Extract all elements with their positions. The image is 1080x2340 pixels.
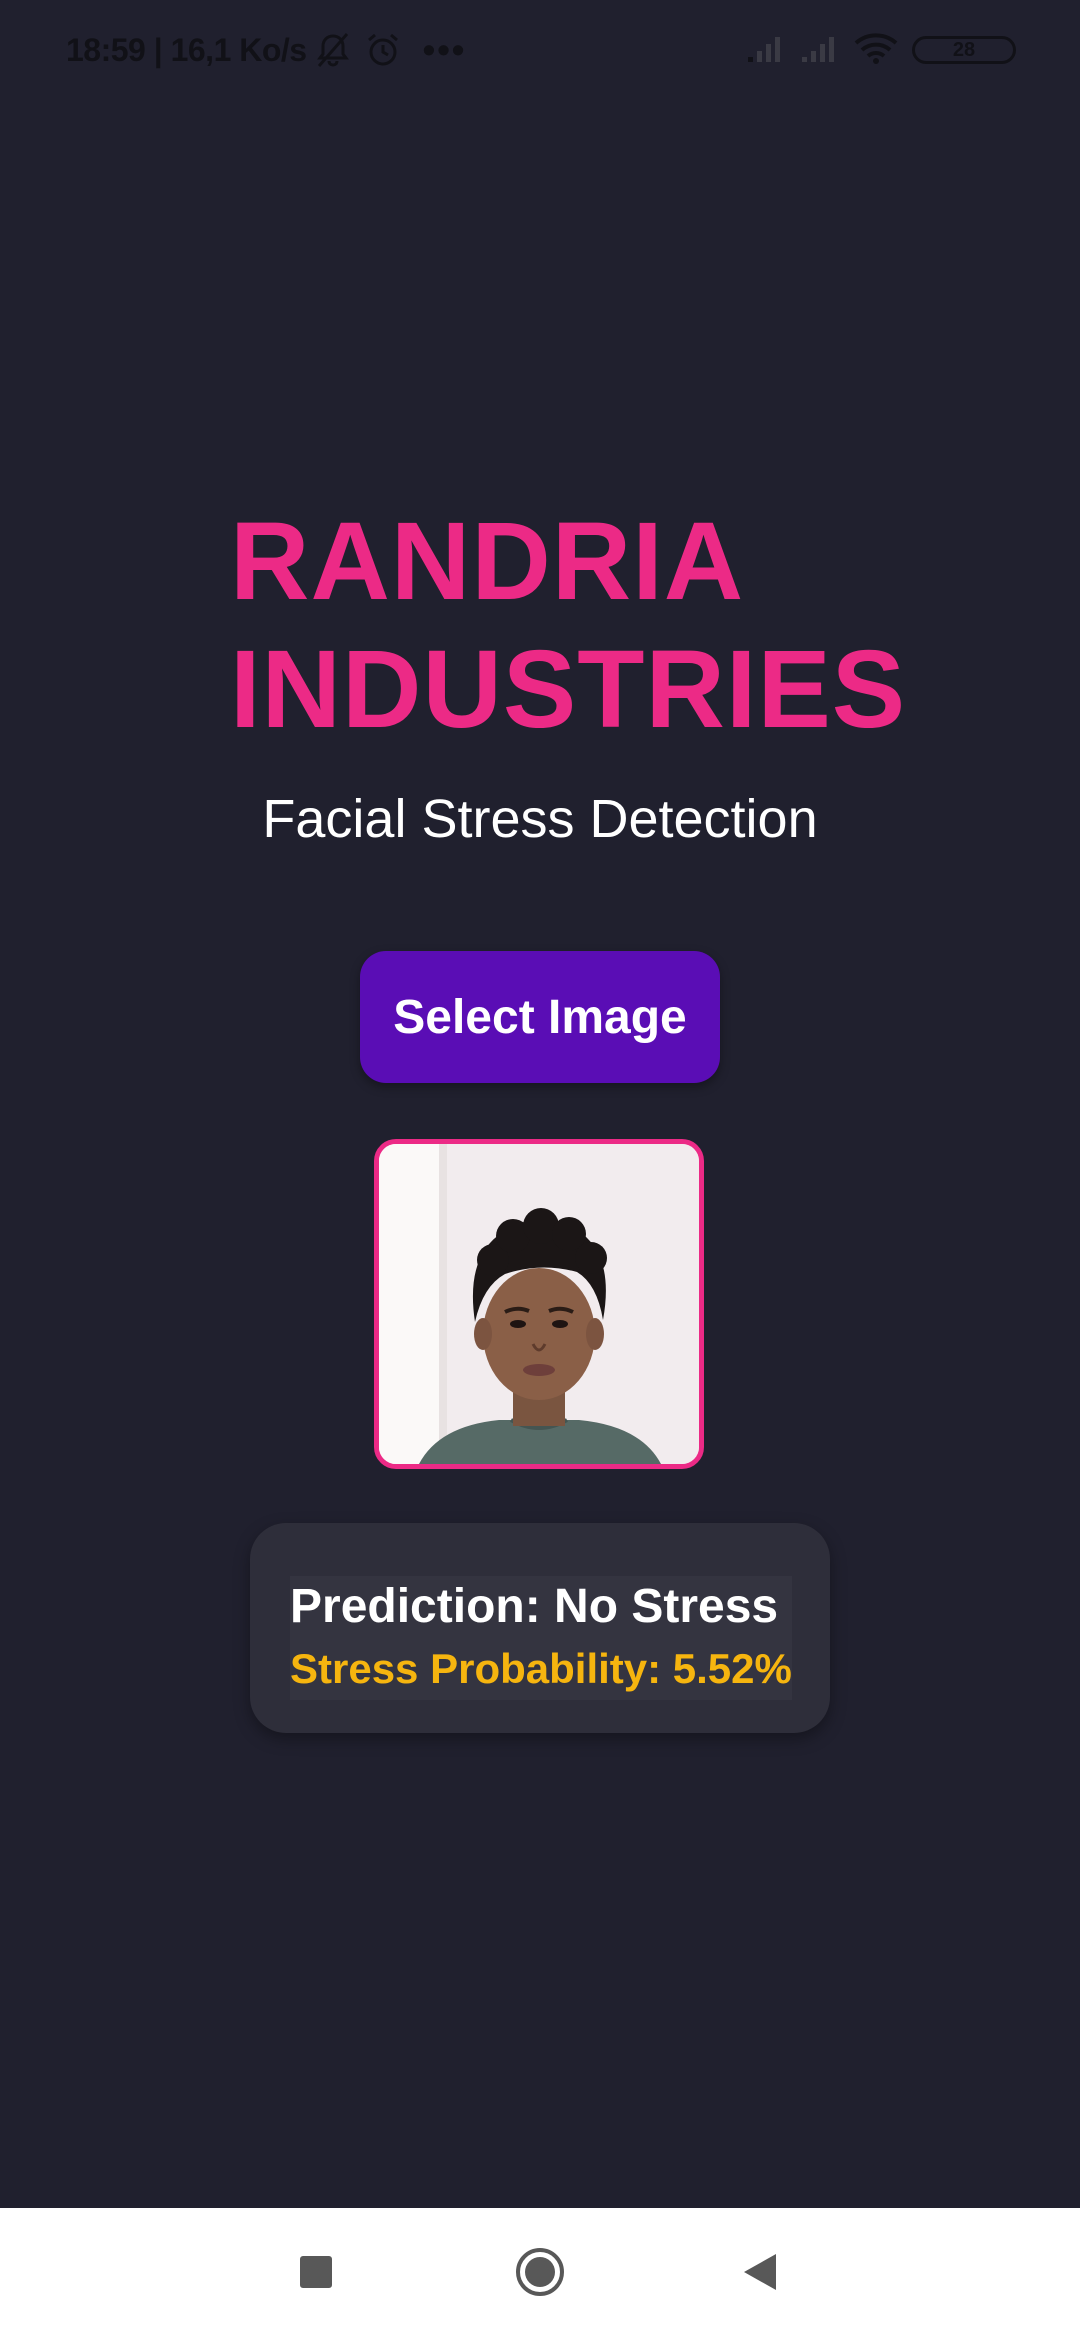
more-dots-icon: ••• — [422, 29, 467, 70]
recent-apps-icon — [299, 2255, 333, 2294]
back-icon — [742, 2252, 778, 2297]
status-time-speed: 18:59 | 16,1 Ko/s — [66, 31, 307, 68]
app-screen: 18:59 | 16,1 Ko/s ••• 28 RANDRIA INDUSTR… — [0, 0, 1080, 2340]
home-button[interactable] — [504, 2238, 576, 2310]
alarm-icon — [363, 30, 403, 70]
selected-image-preview — [374, 1139, 704, 1469]
system-navigation-bar — [0, 2208, 1080, 2340]
battery-level: 28 — [952, 38, 976, 61]
bell-off-icon — [313, 30, 353, 70]
brand-title-line1: RANDRIA — [230, 500, 745, 623]
home-icon — [514, 2246, 566, 2303]
recent-apps-button[interactable] — [280, 2238, 352, 2310]
face-photo — [379, 1144, 699, 1464]
back-button[interactable] — [724, 2238, 796, 2310]
select-image-button[interactable]: Select Image — [360, 951, 720, 1083]
status-left: 18:59 | 16,1 Ko/s ••• — [66, 28, 466, 72]
status-bar: 18:59 | 16,1 Ko/s ••• 28 — [0, 0, 1080, 100]
wifi-icon — [854, 31, 898, 70]
brand-title: RANDRIA INDUSTRIES — [230, 498, 906, 754]
prediction-result-text: Prediction: No Stress Stress Probability… — [290, 1576, 792, 1700]
signal-icon — [800, 33, 840, 68]
brand-title-line2: INDUSTRIES — [230, 628, 907, 751]
app-subtitle: Facial Stress Detection — [262, 789, 818, 849]
battery-icon: 28 — [912, 36, 1016, 64]
prediction-label: Prediction: No Stress — [290, 1580, 779, 1633]
prediction-result-card: Prediction: No Stress Stress Probability… — [250, 1523, 830, 1733]
signal-icon — [746, 33, 786, 68]
stress-probability-label: Stress Probability: 5.52% — [290, 1645, 792, 1692]
status-right: 28 — [746, 28, 1016, 72]
